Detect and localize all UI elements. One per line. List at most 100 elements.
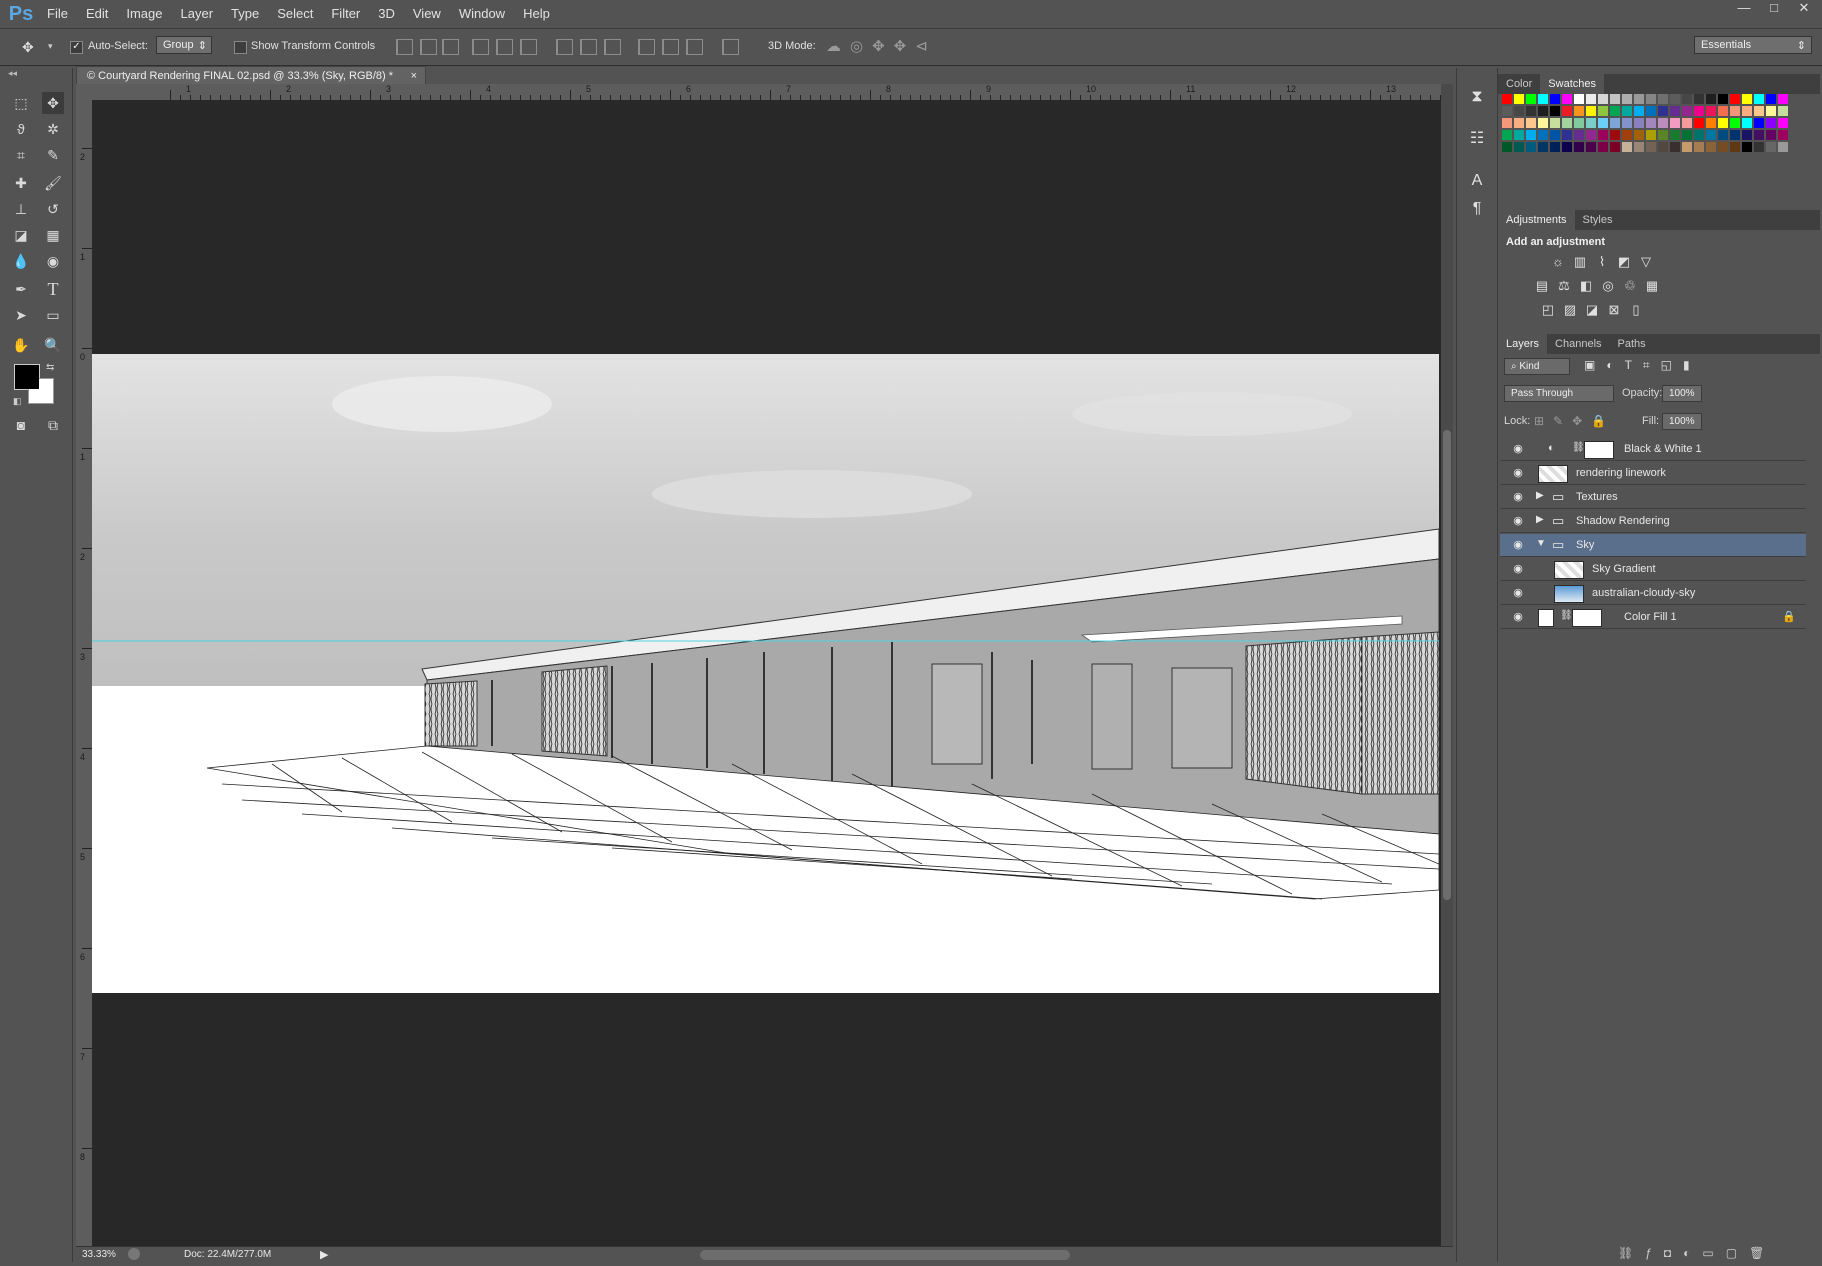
menu-file[interactable]: File [38,0,77,28]
color-swatch[interactable] [1754,130,1764,140]
color-swatch[interactable] [1562,130,1572,140]
color-swatch[interactable] [1622,118,1632,128]
vertical-ruler[interactable]: 2 1 0 1 2 3 4 5 6 7 8 [76,100,93,1246]
color-swatch[interactable] [1574,118,1584,128]
color-swatch[interactable] [1706,142,1716,152]
color-swatch[interactable] [1706,130,1716,140]
color-swatch[interactable] [1622,130,1632,140]
layer-kind-filter[interactable]: ⌕ Kind [1504,358,1570,375]
color-swatch[interactable] [1730,130,1740,140]
color-swatch[interactable] [1538,118,1548,128]
rectangle-tool-icon[interactable]: ▭ [42,304,64,326]
color-swatch[interactable] [1526,94,1536,104]
color-swatch[interactable] [1598,94,1608,104]
color-swatch[interactable] [1658,94,1668,104]
color-swatch[interactable] [1682,142,1692,152]
visibility-eye-icon[interactable]: ◉ [1511,538,1525,552]
align-distribute-icon[interactable] [472,39,489,55]
minimize-button[interactable]: — [1732,0,1756,16]
color-swatch[interactable] [1706,118,1716,128]
horizontal-ruler[interactable]: 1 2 3 4 5 6 7 8 9 10 11 12 13 [76,84,1461,101]
auto-select-checkbox[interactable]: ✓ [70,41,83,54]
color-swatch[interactable] [1694,130,1704,140]
move-tool-icon[interactable]: ✥ [22,39,34,56]
eyedropper-icon[interactable]: ✎ [42,144,64,166]
color-swatch[interactable] [1550,106,1560,116]
document-image[interactable] [92,354,1439,993]
healing-brush-icon[interactable]: ✚ [10,172,32,194]
color-swatch[interactable] [1670,118,1680,128]
align-distribute-icon[interactable] [442,39,459,55]
color-swatch[interactable] [1718,142,1728,152]
visibility-eye-icon[interactable]: ◉ [1511,490,1525,504]
chevron-down-icon[interactable]: ▾ [48,41,53,52]
color-swatch[interactable] [1742,94,1752,104]
color-swatch[interactable] [1646,130,1656,140]
vertical-scroll-thumb[interactable] [1443,430,1451,900]
color-swatch[interactable] [1706,106,1716,116]
menu-filter[interactable]: Filter [322,0,369,28]
pen-tool-icon[interactable]: ✒ [10,278,32,300]
tab-layers[interactable]: Layers [1498,334,1548,354]
color-swatch[interactable] [1730,94,1740,104]
color-swatch[interactable] [1718,130,1728,140]
gradient-map-icon[interactable]: ▯ [1628,302,1644,318]
magic-wand-icon[interactable]: ✲ [42,118,64,140]
color-swatch[interactable] [1778,94,1788,104]
color-swatch[interactable] [1514,142,1524,152]
black-white-icon[interactable]: ◧ [1578,278,1594,294]
character-panel-icon[interactable]: A [1465,172,1489,194]
color-swatch[interactable] [1586,94,1596,104]
color-swatch[interactable] [1610,142,1620,152]
lock-icons[interactable]: ⊞✎✥🔒 [1534,414,1615,428]
tab-styles[interactable]: Styles [1575,210,1621,230]
color-swatch[interactable] [1526,106,1536,116]
color-swatch[interactable] [1670,106,1680,116]
layer-row[interactable]: ◉ ▶ ▭ Shadow Rendering [1500,510,1806,533]
color-swatch[interactable] [1634,130,1644,140]
threshold-icon[interactable]: ◪ [1584,302,1600,318]
auto-select-dropdown[interactable]: Group ⇕ [156,36,212,54]
color-swatch[interactable] [1682,130,1692,140]
color-swatch[interactable] [1586,142,1596,152]
horizontal-scroll-thumb[interactable] [700,1250,1070,1260]
layer-row[interactable]: ◉ australian-cloudy-sky [1500,582,1806,605]
color-swatch[interactable] [1658,106,1668,116]
color-swatch[interactable] [1766,106,1776,116]
collapse-arrow-icon[interactable]: ▼ [1536,538,1546,549]
maximize-button[interactable]: □ [1762,0,1786,16]
color-swatch[interactable] [1598,106,1608,116]
color-swatch[interactable] [1682,94,1692,104]
selective-color-icon[interactable]: ⊠ [1606,302,1622,318]
screen-mode-icon[interactable]: ⧉ [42,414,64,436]
zoom-level[interactable]: 33.33% [82,1249,116,1260]
color-swatch[interactable] [1574,130,1584,140]
dodge-tool-icon[interactable]: ◉ [42,250,64,272]
photo-filter-icon[interactable]: ◎ [1600,278,1616,294]
color-swatch[interactable] [1526,142,1536,152]
clone-stamp-icon[interactable]: ⊥ [10,198,32,220]
color-swatch[interactable] [1598,130,1608,140]
color-swatch[interactable] [1742,118,1752,128]
align-distribute-icon[interactable] [722,39,739,55]
color-swatch[interactable] [1682,118,1692,128]
align-distribute-icon[interactable] [662,39,679,55]
color-swatch[interactable] [1658,130,1668,140]
color-swatch[interactable] [1646,106,1656,116]
menu-view[interactable]: View [404,0,450,28]
visibility-eye-icon[interactable]: ◉ [1511,562,1525,576]
color-swatch[interactable] [1514,106,1524,116]
color-swatch[interactable] [1502,130,1512,140]
color-swatch[interactable] [1514,118,1524,128]
color-swatch[interactable] [1550,130,1560,140]
collapse-arrows-icon[interactable]: ◂◂ [8,68,17,79]
color-balance-icon[interactable]: ⚖ [1556,278,1572,294]
marquee-tool-icon[interactable]: ⬚ [10,92,32,114]
color-swatch[interactable] [1562,118,1572,128]
menu-image[interactable]: Image [117,0,171,28]
layer-row[interactable]: ◉ rendering linework [1500,462,1806,485]
color-swatch[interactable] [1526,118,1536,128]
menu-type[interactable]: Type [222,0,268,28]
color-swatch[interactable] [1682,106,1692,116]
brush-tool-icon[interactable]: 🖌 [42,172,64,194]
